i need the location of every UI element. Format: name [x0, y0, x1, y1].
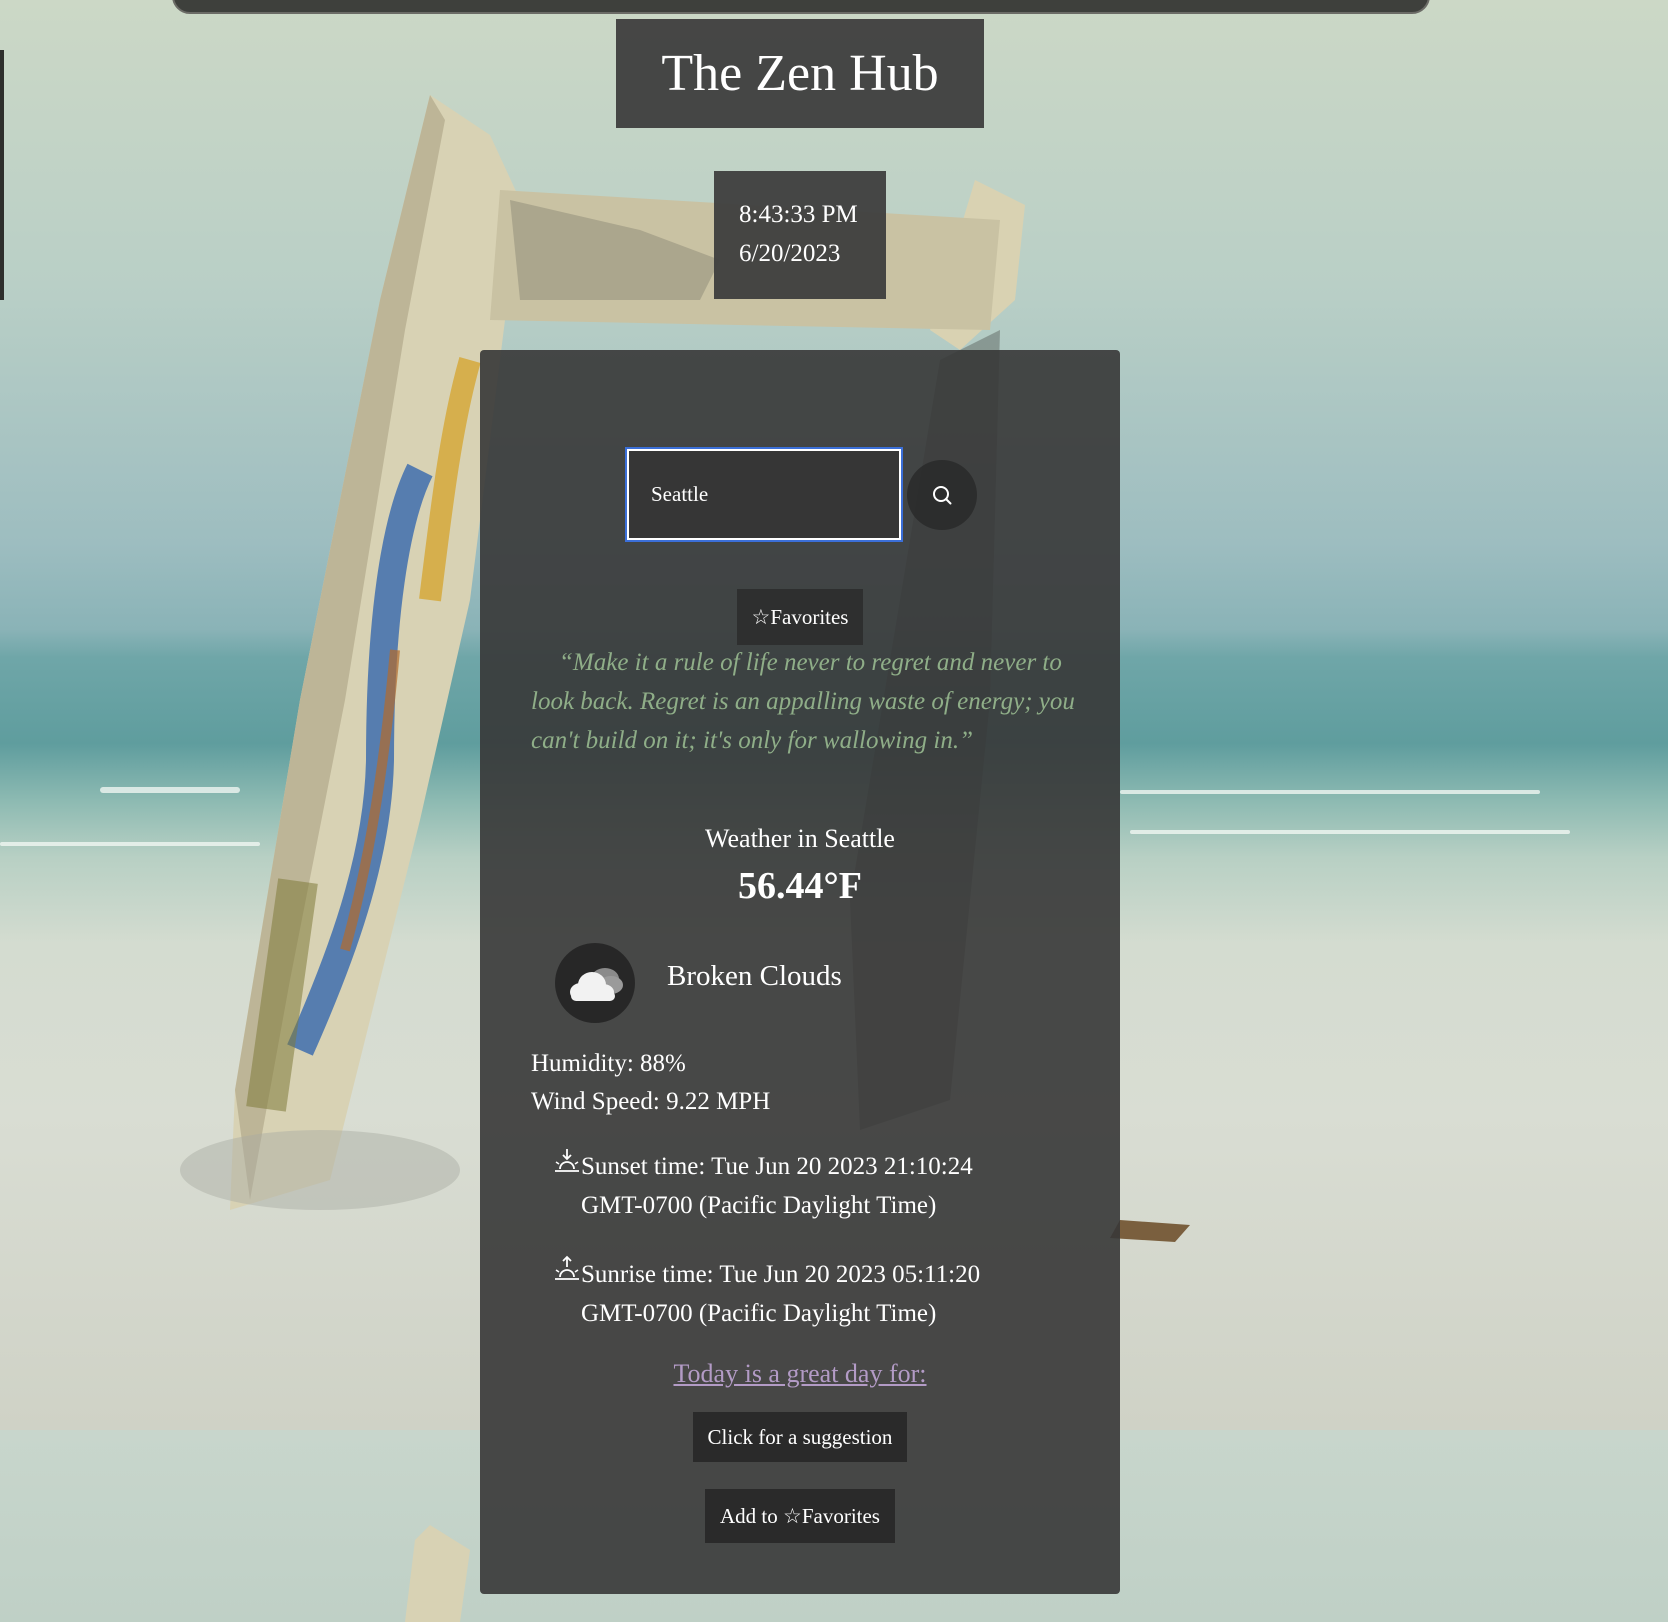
top-bar [172, 0, 1430, 14]
great-day-link[interactable]: Today is a great day for: [480, 1359, 1120, 1389]
broken-clouds-icon [570, 968, 623, 1001]
page: The Zen Hub 8:43:33 PM 6/20/2023 ☆Favori… [0, 0, 1668, 1622]
weather-icon-container [555, 943, 635, 1023]
sunrise-row: Sunrise time: Tue Jun 20 2023 05:11:20 G… [553, 1255, 1013, 1333]
sunset-icon [555, 1149, 579, 1172]
sunset-text: Sunset time: Tue Jun 20 2023 21:10:24 GM… [581, 1153, 973, 1219]
suggestion-button[interactable]: Click for a suggestion [693, 1412, 907, 1462]
weather-condition: Broken Clouds [667, 960, 842, 992]
search-button[interactable] [907, 460, 977, 530]
humidity-text: Humidity: 88% [531, 1050, 686, 1077]
sunrise-text: Sunrise time: Tue Jun 20 2023 05:11:20 G… [581, 1261, 981, 1327]
quote-text: “Make it a rule of life never to regret … [531, 649, 1075, 754]
left-edge-tab [0, 50, 4, 300]
sunset-row: Sunset time: Tue Jun 20 2023 21:10:24 GM… [553, 1147, 1013, 1225]
clock: 8:43:33 PM 6/20/2023 [714, 171, 886, 299]
page-title: The Zen Hub [616, 19, 984, 128]
favorites-button[interactable]: ☆Favorites [737, 589, 863, 645]
weather-location-title: Weather in Seattle [705, 824, 895, 853]
search-icon [933, 486, 952, 505]
wind-speed-text: Wind Speed: 9.22 MPH [531, 1088, 771, 1115]
clock-date: 6/20/2023 [739, 240, 841, 267]
sunrise-icon [555, 1255, 579, 1280]
city-search-input[interactable] [625, 447, 903, 542]
add-to-favorites-button[interactable]: Add to ☆Favorites [705, 1489, 895, 1543]
temperature-value: 56.44°F [738, 865, 862, 907]
clock-time: 8:43:33 PM [739, 201, 858, 228]
